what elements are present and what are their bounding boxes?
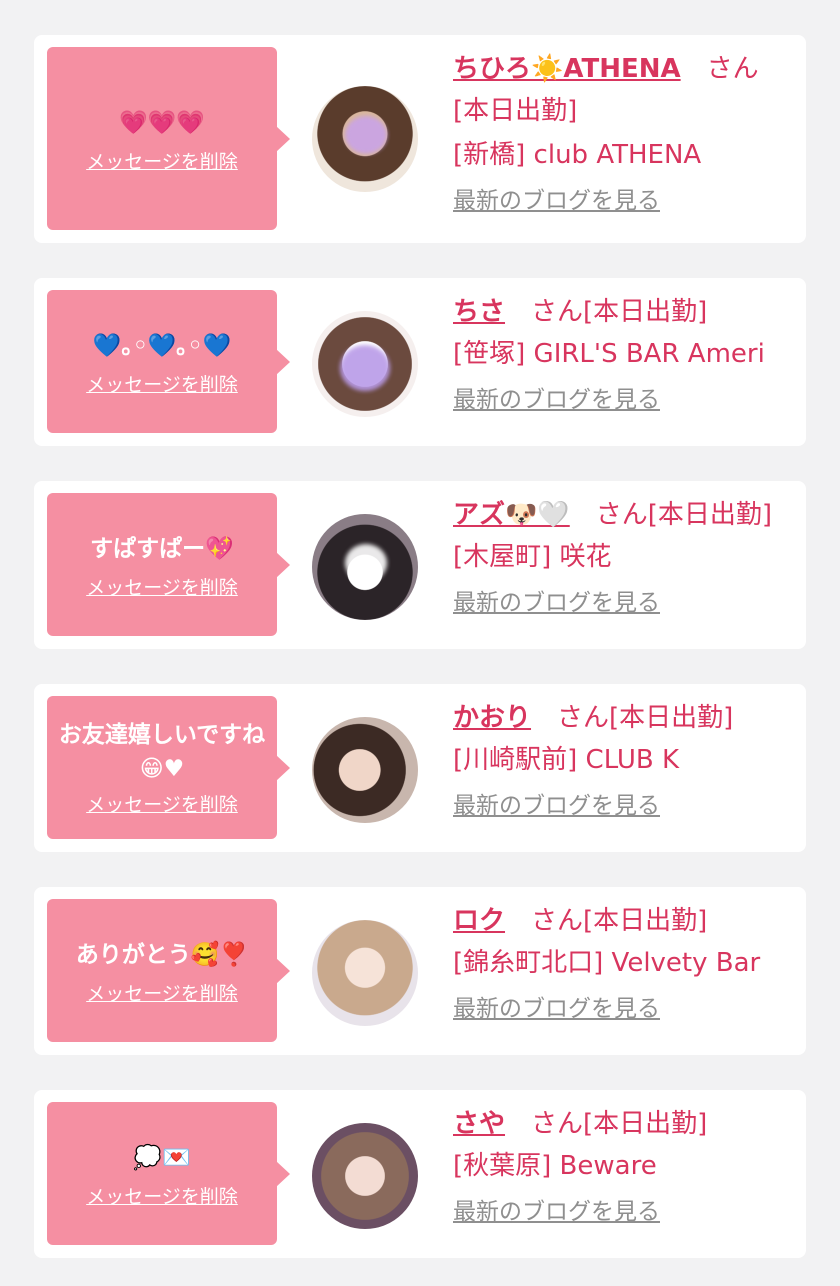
message-bubble: ありがとう🥰❣️ メッセージを削除 [47, 899, 290, 1042]
list-item: お友達嬉しいですね😁♥ メッセージを削除 かおり さん[本日出勤] [川崎駅前] … [34, 684, 806, 852]
status-badge: [本日出勤] [583, 906, 708, 936]
honorific-suffix: さん [595, 500, 648, 530]
message-bubble: すぱすぱー💖 メッセージを削除 [47, 493, 290, 636]
profile-name-link[interactable]: アズ🐶🤍 [453, 500, 570, 530]
area-shop: [新橋] club ATHENA [453, 140, 702, 170]
profile-name-link[interactable]: ロク [453, 906, 505, 936]
message-text: すぱすぱー💖 [90, 535, 234, 562]
avatar[interactable] [312, 920, 418, 1026]
profile-info: ちひろ☀️ATHENA さん [本日出勤] [新橋] club ATHENA 最新… [453, 49, 796, 219]
profile-info: かおり さん[本日出勤] [川崎駅前] CLUB K 最新のブログを見る [453, 698, 796, 824]
profile-info: ロク さん[本日出勤] [錦糸町北口] Velvety Bar 最新のブログを見る [453, 901, 796, 1027]
delete-message-link[interactable]: メッセージを削除 [86, 792, 238, 818]
honorific-suffix: さん [531, 906, 584, 936]
latest-blog-link[interactable]: 最新のブログを見る [453, 1194, 660, 1230]
delete-message-link[interactable]: メッセージを削除 [86, 372, 238, 398]
face-blur-icon [345, 544, 387, 582]
message-text: 💗💗💗 [119, 109, 205, 136]
list-item: すぱすぱー💖 メッセージを削除 アズ🐶🤍 さん[本日出勤] [木屋町] 咲花 最新… [34, 481, 806, 649]
area-shop: [笹塚] GIRL'S BAR Ameri [453, 339, 765, 369]
profile-info: さや さん[本日出勤] [秋葉原] Beware 最新のブログを見る [453, 1104, 796, 1230]
message-bubble: 💭💌 メッセージを削除 [47, 1102, 290, 1245]
delete-message-link[interactable]: メッセージを削除 [86, 981, 238, 1007]
honorific-suffix: さん [531, 297, 584, 327]
profile-name-link[interactable]: さや [453, 1109, 505, 1139]
message-text: ありがとう🥰❣️ [75, 941, 249, 968]
list-item: 💙｡◦💙｡◦💙 メッセージを削除 ちさ さん[本日出勤] [笹塚] GIRL'S … [34, 278, 806, 446]
message-bubble: お友達嬉しいですね😁♥ メッセージを削除 [47, 696, 290, 839]
profile-name-link[interactable]: ちさ [453, 297, 505, 327]
message-list: 💗💗💗 メッセージを削除 ちひろ☀️ATHENA さん [本日出勤] [新橋] c… [0, 0, 840, 1286]
latest-blog-link[interactable]: 最新のブログを見る [453, 183, 660, 219]
latest-blog-link[interactable]: 最新のブログを見る [453, 788, 660, 824]
delete-message-link[interactable]: メッセージを削除 [86, 149, 238, 175]
profile-name-link[interactable]: かおり [453, 703, 531, 733]
honorific-suffix: さん [531, 1109, 584, 1139]
list-item: 💭💌 メッセージを削除 さや さん[本日出勤] [秋葉原] Beware 最新のブ… [34, 1090, 806, 1258]
latest-blog-link[interactable]: 最新のブログを見る [453, 585, 660, 621]
profile-info: ちさ さん[本日出勤] [笹塚] GIRL'S BAR Ameri 最新のブログを… [453, 292, 796, 418]
message-text: お友達嬉しいですね😁♥ [58, 721, 266, 782]
avatar[interactable] [312, 1123, 418, 1229]
avatar[interactable] [312, 311, 418, 417]
list-item: 💗💗💗 メッセージを削除 ちひろ☀️ATHENA さん [本日出勤] [新橋] c… [34, 35, 806, 243]
status-badge: [本日出勤] [647, 500, 773, 530]
list-item: ありがとう🥰❣️ メッセージを削除 ロク さん[本日出勤] [錦糸町北口] Vel… [34, 887, 806, 1055]
message-text: 💭💌 [133, 1144, 191, 1171]
sticker-icon [340, 345, 390, 391]
area-shop: [木屋町] 咲花 [453, 542, 612, 572]
status-badge: [本日出勤] [583, 1109, 708, 1139]
area-shop: [秋葉原] Beware [453, 1151, 657, 1181]
area-shop: [川崎駅前] CLUB K [453, 745, 680, 775]
delete-message-link[interactable]: メッセージを削除 [86, 1184, 238, 1210]
message-text: 💙｡◦💙｡◦💙 [92, 332, 232, 359]
profile-name-link[interactable]: ちひろ☀️ATHENA [453, 54, 681, 84]
status-badge: [本日出勤] [453, 96, 578, 126]
area-shop: [錦糸町北口] Velvety Bar [453, 948, 761, 978]
status-badge: [本日出勤] [583, 297, 708, 327]
profile-info: アズ🐶🤍 さん[本日出勤] [木屋町] 咲花 最新のブログを見る [453, 495, 796, 621]
sticker-icon [345, 116, 387, 154]
message-bubble: 💙｡◦💙｡◦💙 メッセージを削除 [47, 290, 290, 433]
latest-blog-link[interactable]: 最新のブログを見る [453, 991, 660, 1027]
message-bubble: 💗💗💗 メッセージを削除 [47, 47, 290, 230]
status-badge: [本日出勤] [609, 703, 734, 733]
honorific-suffix: さん [557, 703, 610, 733]
avatar[interactable] [312, 717, 418, 823]
delete-message-link[interactable]: メッセージを削除 [86, 575, 238, 601]
honorific-suffix: さん [706, 54, 759, 84]
latest-blog-link[interactable]: 最新のブログを見る [453, 382, 660, 418]
avatar[interactable] [312, 514, 418, 620]
avatar[interactable] [312, 86, 418, 192]
